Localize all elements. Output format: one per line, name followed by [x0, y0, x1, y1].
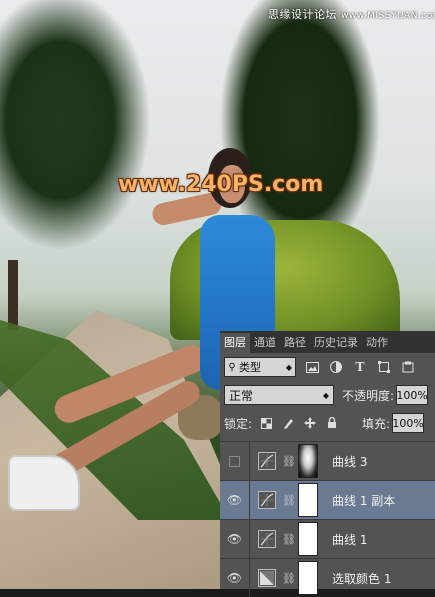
- layers-list: ⛓ 曲线 3 👁 ⛓ 曲线 1 副本 👁 ⛓ 曲线 1 👁 ⛓ 选取颜色 1: [220, 441, 435, 597]
- visibility-off-box: [229, 455, 240, 467]
- curves-adjustment-icon: [258, 530, 276, 548]
- eye-icon: 👁: [226, 493, 243, 507]
- adjustment-filter-icon[interactable]: [328, 359, 344, 375]
- tab-layers[interactable]: 图层: [220, 333, 250, 353]
- link-icon[interactable]: ⛓: [282, 533, 296, 546]
- opacity-input[interactable]: 100%: [396, 385, 429, 405]
- layer-mask-thumbnail[interactable]: [298, 522, 318, 556]
- tab-paths[interactable]: 路径: [280, 333, 310, 353]
- layer-row[interactable]: 👁 ⛓ 选取颜色 1: [220, 558, 435, 597]
- chevron-down-icon: ◆: [322, 390, 329, 400]
- link-icon[interactable]: ⛓: [282, 455, 296, 468]
- smart-object-filter-icon[interactable]: [400, 359, 416, 375]
- fill-input[interactable]: 100%: [392, 413, 425, 433]
- blend-mode-select[interactable]: 正常 ◆: [224, 385, 334, 405]
- curves-adjustment-icon: [258, 491, 276, 509]
- link-icon[interactable]: ⛓: [282, 494, 296, 507]
- lock-label: 锁定:: [224, 416, 253, 431]
- lock-row: 锁定: 填充: 100%: [220, 409, 435, 437]
- layers-panel: 图层 通道 路径 历史记录 动作 ⚲ 类型 ◆ T 正常 ◆ 不透明度: 100: [220, 331, 435, 597]
- layer-filter-value: 类型: [239, 361, 261, 374]
- watermark-site: www.MISSYUAN.com: [341, 11, 435, 21]
- tab-history[interactable]: 历史记录: [310, 333, 362, 353]
- white-shoe: [8, 455, 80, 511]
- brand-watermark: www.240PS.com: [118, 172, 324, 197]
- watermark: 思缘设计论坛 www.MISSYUAN.com: [268, 6, 435, 22]
- visibility-toggle[interactable]: 👁: [220, 559, 250, 597]
- lock-position-icon[interactable]: [302, 415, 318, 431]
- layer-row[interactable]: 👁 ⛓ 曲线 1: [220, 519, 435, 558]
- blend-mode-value: 正常: [229, 388, 254, 403]
- lock-all-icon[interactable]: [324, 415, 340, 431]
- filter-row: ⚲ 类型 ◆ T: [220, 353, 435, 381]
- eye-icon: 👁: [226, 532, 243, 546]
- search-icon: ⚲: [228, 361, 236, 373]
- selective-color-adjustment-icon: [258, 569, 276, 587]
- layer-row[interactable]: ⛓ 曲线 3: [220, 441, 435, 480]
- visibility-toggle[interactable]: 👁: [220, 520, 250, 558]
- text-filter-icon[interactable]: T: [352, 359, 368, 375]
- watermark-text: 思缘设计论坛: [268, 8, 337, 21]
- layer-mask-thumbnail[interactable]: [298, 444, 318, 478]
- layer-name[interactable]: 选取颜色 1: [332, 570, 391, 587]
- lock-image-icon[interactable]: [280, 415, 296, 431]
- updown-icon: ◆: [285, 362, 293, 372]
- layer-row-selected[interactable]: 👁 ⛓ 曲线 1 副本: [220, 480, 435, 519]
- lock-transparent-icon[interactable]: [258, 415, 274, 431]
- opacity-label: 不透明度:: [342, 388, 395, 403]
- link-icon[interactable]: ⛓: [282, 572, 296, 585]
- fill-label: 填充:: [362, 416, 391, 431]
- tree-trunk: [8, 260, 18, 330]
- panel-tabs: 图层 通道 路径 历史记录 动作: [220, 331, 435, 353]
- eye-icon: 👁: [226, 571, 243, 585]
- layer-mask-thumbnail[interactable]: [298, 561, 318, 595]
- layer-filter-select[interactable]: ⚲ 类型 ◆: [224, 357, 296, 377]
- blend-row: 正常 ◆ 不透明度: 100%: [220, 381, 435, 409]
- layer-name[interactable]: 曲线 3: [332, 453, 367, 470]
- visibility-toggle[interactable]: [220, 442, 250, 480]
- layer-name[interactable]: 曲线 1: [332, 531, 367, 548]
- layer-name[interactable]: 曲线 1 副本: [332, 492, 395, 509]
- visibility-toggle[interactable]: 👁: [220, 481, 250, 519]
- image-filter-icon[interactable]: [304, 359, 320, 375]
- tab-channels[interactable]: 通道: [250, 333, 280, 353]
- shape-filter-icon[interactable]: [376, 359, 392, 375]
- curves-adjustment-icon: [258, 452, 276, 470]
- tab-actions[interactable]: 动作: [362, 333, 392, 353]
- layer-mask-thumbnail[interactable]: [298, 483, 318, 517]
